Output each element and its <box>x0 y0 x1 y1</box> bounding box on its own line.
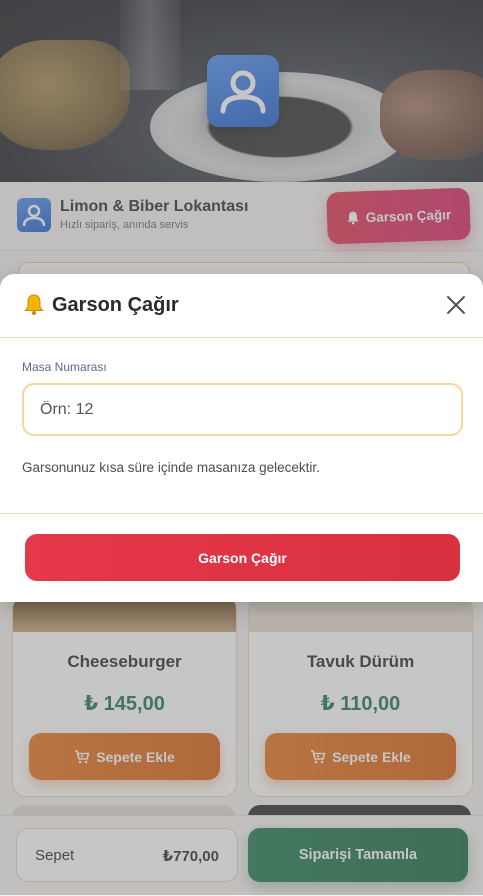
call-waiter-submit-button[interactable]: Garson Çağır <box>25 534 460 581</box>
modal-divider <box>0 513 483 514</box>
bell-icon <box>24 294 44 315</box>
modal-header: Garson Çağır <box>0 274 483 338</box>
modal-title: Garson Çağır <box>22 293 179 317</box>
table-number-label: Masa Numarası <box>22 360 107 374</box>
close-icon[interactable] <box>445 294 467 316</box>
call-waiter-modal: Garson Çağır Masa Numarası Garsonunuz kı… <box>0 274 483 602</box>
table-number-input[interactable] <box>22 383 463 436</box>
modal-hint: Garsonunuz kısa süre içinde masanıza gel… <box>22 460 320 475</box>
modal-title-text: Garson Çağır <box>52 293 179 316</box>
